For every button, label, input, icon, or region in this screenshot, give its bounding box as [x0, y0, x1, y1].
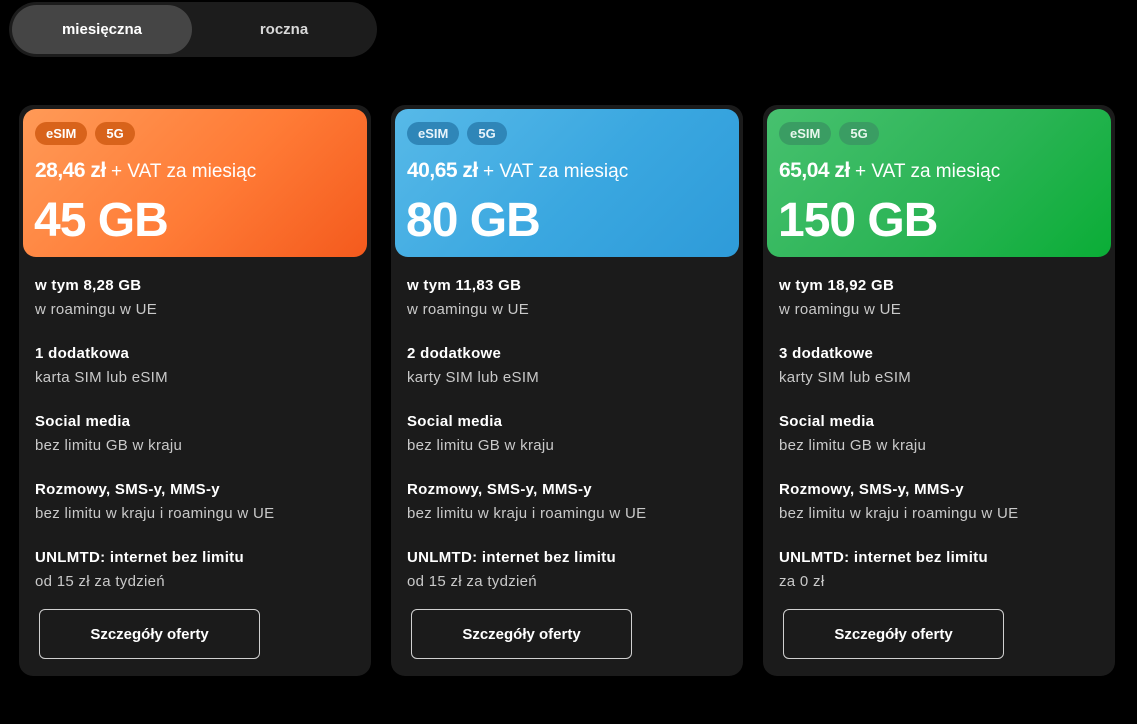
feature-subtitle: bez limitu w kraju i roamingu w UE [779, 505, 1019, 522]
offer-details-button[interactable]: Szczegóły oferty [411, 609, 632, 659]
plan-card-45gb: eSIM 5G 28,46 zł + VAT za miesiąc 45 GB … [19, 105, 371, 676]
offer-details-button[interactable]: Szczegóły oferty [39, 609, 260, 659]
plan-badges: eSIM 5G [35, 122, 135, 145]
feature-title: Social media [779, 413, 875, 430]
feature-subtitle: bez limitu GB w kraju [35, 437, 183, 454]
price-amount: 28,46 zł [35, 159, 106, 182]
feature-title: UNLMTD: internet bez limitu [35, 549, 244, 566]
feature-title: w tym 8,28 GB [35, 277, 142, 294]
feature-title: Social media [407, 413, 503, 430]
feature-subtitle: bez limitu GB w kraju [407, 437, 555, 454]
5g-badge: 5G [467, 122, 507, 145]
feature-subtitle: w roamingu w UE [35, 301, 158, 318]
feature-calls-sms: Rozmowy, SMS-y, MMS-y bez limitu w kraju… [407, 480, 737, 548]
5g-badge: 5G [839, 122, 879, 145]
feature-calls-sms: Rozmowy, SMS-y, MMS-y bez limitu w kraju… [35, 480, 365, 548]
feature-unlimited-internet: UNLMTD: internet bez limitu od 15 zł za … [407, 548, 737, 616]
feature-subtitle: karty SIM lub eSIM [779, 369, 912, 386]
feature-title: UNLMTD: internet bez limitu [779, 549, 988, 566]
feature-extra-sim: 3 dodatkowe karty SIM lub eSIM [779, 344, 1109, 412]
toggle-option-monthly[interactable]: miesięczna [12, 5, 192, 54]
plan-card-header: eSIM 5G 65,04 zł + VAT za miesiąc 150 GB [767, 109, 1111, 257]
plan-card-header: eSIM 5G 40,65 zł + VAT za miesiąc 80 GB [395, 109, 739, 257]
feature-subtitle: bez limitu w kraju i roamingu w UE [35, 505, 275, 522]
feature-subtitle: od 15 zł za tydzień [35, 573, 165, 590]
feature-calls-sms: Rozmowy, SMS-y, MMS-y bez limitu w kraju… [779, 480, 1109, 548]
feature-extra-sim: 2 dodatkowe karty SIM lub eSIM [407, 344, 737, 412]
esim-badge: eSIM [407, 122, 460, 145]
feature-subtitle: bez limitu GB w kraju [779, 437, 927, 454]
plan-data-amount: 80 GB [406, 194, 541, 247]
feature-title: 2 dodatkowe [407, 345, 502, 362]
esim-badge: eSIM [35, 122, 88, 145]
plan-data-amount: 45 GB [34, 194, 169, 247]
feature-roaming: w tym 18,92 GB w roamingu w UE [779, 276, 1109, 344]
billing-period-toggle: miesięczna roczna [9, 2, 377, 57]
feature-subtitle: karty SIM lub eSIM [407, 369, 540, 386]
plan-price: 65,04 zł + VAT za miesiąc [779, 159, 1000, 183]
feature-subtitle: karta SIM lub eSIM [35, 369, 168, 386]
plan-badges: eSIM 5G [779, 122, 879, 145]
price-amount: 40,65 zł [407, 159, 478, 182]
price-amount: 65,04 zł [779, 159, 850, 182]
esim-badge: eSIM [779, 122, 832, 145]
plan-card-150gb: eSIM 5G 65,04 zł + VAT za miesiąc 150 GB… [763, 105, 1115, 676]
feature-subtitle: od 15 zł za tydzień [407, 573, 537, 590]
feature-title: w tym 11,83 GB [407, 277, 522, 294]
feature-subtitle: bez limitu w kraju i roamingu w UE [407, 505, 647, 522]
plan-card-header: eSIM 5G 28,46 zł + VAT za miesiąc 45 GB [23, 109, 367, 257]
plan-features: w tym 18,92 GB w roamingu w UE 3 dodatko… [779, 276, 1109, 616]
plan-data-amount: 150 GB [778, 194, 938, 247]
feature-unlimited-internet: UNLMTD: internet bez limitu od 15 zł za … [35, 548, 365, 616]
feature-social-media: Social media bez limitu GB w kraju [35, 412, 365, 480]
price-suffix: + VAT za miesiąc [483, 161, 629, 182]
feature-title: UNLMTD: internet bez limitu [407, 549, 616, 566]
toggle-option-yearly[interactable]: roczna [192, 5, 376, 54]
feature-title: Rozmowy, SMS-y, MMS-y [35, 481, 220, 498]
5g-badge: 5G [95, 122, 135, 145]
plan-features: w tym 11,83 GB w roamingu w UE 2 dodatko… [407, 276, 737, 616]
feature-roaming: w tym 8,28 GB w roamingu w UE [35, 276, 365, 344]
feature-title: Rozmowy, SMS-y, MMS-y [407, 481, 592, 498]
feature-title: w tym 18,92 GB [779, 277, 895, 294]
feature-social-media: Social media bez limitu GB w kraju [407, 412, 737, 480]
plan-price: 40,65 zł + VAT za miesiąc [407, 159, 628, 183]
feature-roaming: w tym 11,83 GB w roamingu w UE [407, 276, 737, 344]
plan-badges: eSIM 5G [407, 122, 507, 145]
price-suffix: + VAT za miesiąc [855, 161, 1001, 182]
feature-extra-sim: 1 dodatkowa karta SIM lub eSIM [35, 344, 365, 412]
plan-features: w tym 8,28 GB w roamingu w UE 1 dodatkow… [35, 276, 365, 616]
feature-title: Rozmowy, SMS-y, MMS-y [779, 481, 964, 498]
price-suffix: + VAT za miesiąc [111, 161, 257, 182]
plan-price: 28,46 zł + VAT za miesiąc [35, 159, 256, 183]
feature-title: 3 dodatkowe [779, 345, 874, 362]
feature-subtitle: w roamingu w UE [407, 301, 530, 318]
plan-card-80gb: eSIM 5G 40,65 zł + VAT za miesiąc 80 GB … [391, 105, 743, 676]
feature-title: Social media [35, 413, 131, 430]
feature-unlimited-internet: UNLMTD: internet bez limitu za 0 zł [779, 548, 1109, 616]
feature-social-media: Social media bez limitu GB w kraju [779, 412, 1109, 480]
feature-subtitle: w roamingu w UE [779, 301, 902, 318]
feature-subtitle: za 0 zł [779, 573, 825, 590]
feature-title: 1 dodatkowa [35, 345, 130, 362]
offer-details-button[interactable]: Szczegóły oferty [783, 609, 1004, 659]
